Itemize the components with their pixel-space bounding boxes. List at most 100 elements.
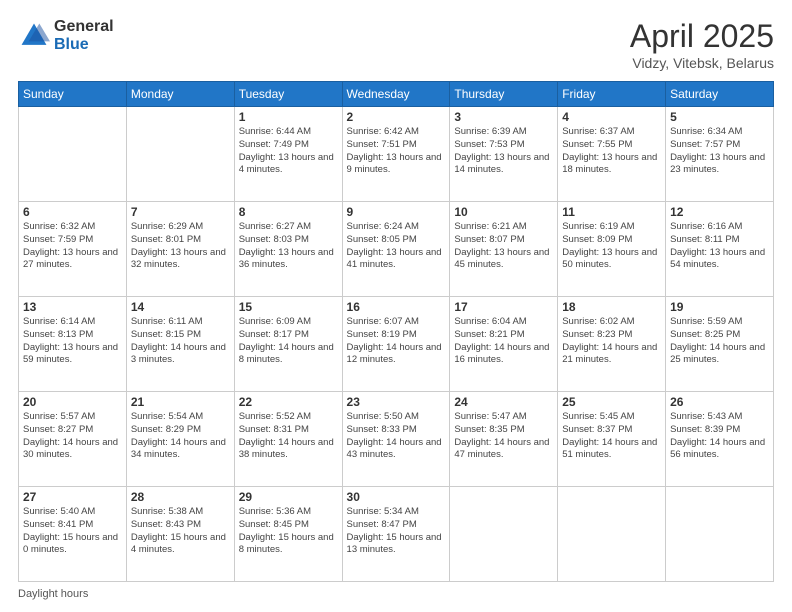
calendar-cell: 28Sunrise: 5:38 AM Sunset: 8:43 PM Dayli… <box>126 487 234 582</box>
day-info: Sunrise: 6:39 AM Sunset: 7:53 PM Dayligh… <box>454 126 553 177</box>
footer-note: Daylight hours <box>18 588 774 600</box>
day-number: 19 <box>670 300 769 314</box>
calendar-title: April 2025 <box>630 18 774 55</box>
calendar-cell: 21 Sunrise: 5:54 AM Sunset: 8:29 PM Dayli… <box>126 392 234 487</box>
day-info: Sunrise: 6:42 AM Sunset: 7:51 PM Dayligh… <box>347 126 446 177</box>
day-info: Sunrise: 6:11 AM Sunset: 8:15 PM Dayligh… <box>131 316 230 367</box>
header: General Blue April 2025 Vidzy, Vitebsk, … <box>18 18 774 71</box>
calendar-cell <box>666 487 774 582</box>
day-number: 11 <box>562 205 661 219</box>
day-info: Sunrise: 6:27 AM Sunset: 8:03 PM Dayligh… <box>239 221 338 272</box>
calendar-cell: 15 Sunrise: 6:09 AM Sunset: 8:17 PM Dayli… <box>234 297 342 392</box>
footer-text: Daylight hours <box>18 588 88 600</box>
day-number: 24 <box>454 395 553 409</box>
calendar-cell: 11 Sunrise: 6:19 AM Sunset: 8:09 PM Dayli… <box>558 202 666 297</box>
calendar-cell: 19 Sunrise: 5:59 AM Sunset: 8:25 PM Dayli… <box>666 297 774 392</box>
calendar-cell: 27Sunrise: 5:40 AM Sunset: 8:41 PM Dayli… <box>19 487 127 582</box>
day-number: 2 <box>347 110 446 124</box>
calendar-cell: 10 Sunrise: 6:21 AM Sunset: 8:07 PM Dayli… <box>450 202 558 297</box>
day-header-tuesday: Tuesday <box>234 82 342 107</box>
day-info: Sunrise: 6:24 AM Sunset: 8:05 PM Dayligh… <box>347 221 446 272</box>
calendar-cell: 22Sunrise: 5:52 AM Sunset: 8:31 PM Dayli… <box>234 392 342 487</box>
day-number: 26 <box>670 395 769 409</box>
day-number: 30 <box>347 490 446 504</box>
day-info: Sunrise: 5:36 AM Sunset: 8:45 PM Dayligh… <box>239 506 338 557</box>
day-number: 7 <box>131 205 230 219</box>
day-number: 28 <box>131 490 230 504</box>
calendar-cell: 14 Sunrise: 6:11 AM Sunset: 8:15 PM Dayli… <box>126 297 234 392</box>
calendar-week-row: 6Sunrise: 6:32 AM Sunset: 7:59 PM Daylig… <box>19 202 774 297</box>
calendar-cell: 29 Sunrise: 5:36 AM Sunset: 8:45 PM Dayli… <box>234 487 342 582</box>
day-number: 5 <box>670 110 769 124</box>
day-info: Sunrise: 6:37 AM Sunset: 7:55 PM Dayligh… <box>562 126 661 177</box>
logo-general: General <box>54 18 114 36</box>
calendar-cell: 30 Sunrise: 5:34 AM Sunset: 8:47 PM Dayli… <box>342 487 450 582</box>
day-number: 15 <box>239 300 338 314</box>
day-info: Sunrise: 6:16 AM Sunset: 8:11 PM Dayligh… <box>670 221 769 272</box>
day-number: 17 <box>454 300 553 314</box>
day-header-friday: Friday <box>558 82 666 107</box>
calendar-cell: 4 Sunrise: 6:37 AM Sunset: 7:55 PM Daylig… <box>558 107 666 202</box>
calendar-cell: 12 Sunrise: 6:16 AM Sunset: 8:11 PM Dayli… <box>666 202 774 297</box>
day-info: Sunrise: 6:34 AM Sunset: 7:57 PM Dayligh… <box>670 126 769 177</box>
day-info: Sunrise: 6:07 AM Sunset: 8:19 PM Dayligh… <box>347 316 446 367</box>
calendar-header-row: SundayMondayTuesdayWednesdayThursdayFrid… <box>19 82 774 107</box>
calendar-cell: 16Sunrise: 6:07 AM Sunset: 8:19 PM Dayli… <box>342 297 450 392</box>
day-info: Sunrise: 5:45 AM Sunset: 8:37 PM Dayligh… <box>562 411 661 462</box>
calendar-cell: 17Sunrise: 6:04 AM Sunset: 8:21 PM Dayli… <box>450 297 558 392</box>
day-info: Sunrise: 5:57 AM Sunset: 8:27 PM Dayligh… <box>23 411 122 462</box>
calendar-cell: 20 Sunrise: 5:57 AM Sunset: 8:27 PM Dayli… <box>19 392 127 487</box>
calendar-cell: 3Sunrise: 6:39 AM Sunset: 7:53 PM Daylig… <box>450 107 558 202</box>
calendar-table: SundayMondayTuesdayWednesdayThursdayFrid… <box>18 81 774 582</box>
calendar-cell: 8 Sunrise: 6:27 AM Sunset: 8:03 PM Daylig… <box>234 202 342 297</box>
day-header-monday: Monday <box>126 82 234 107</box>
calendar-cell: 23 Sunrise: 5:50 AM Sunset: 8:33 PM Dayli… <box>342 392 450 487</box>
day-number: 23 <box>347 395 446 409</box>
day-info: Sunrise: 5:34 AM Sunset: 8:47 PM Dayligh… <box>347 506 446 557</box>
calendar-cell: 9 Sunrise: 6:24 AM Sunset: 8:05 PM Daylig… <box>342 202 450 297</box>
day-number: 10 <box>454 205 553 219</box>
day-number: 18 <box>562 300 661 314</box>
logo-blue: Blue <box>54 36 114 54</box>
day-number: 20 <box>23 395 122 409</box>
day-info: Sunrise: 5:50 AM Sunset: 8:33 PM Dayligh… <box>347 411 446 462</box>
logo-icon <box>18 20 50 52</box>
day-number: 1 <box>239 110 338 124</box>
day-info: Sunrise: 5:47 AM Sunset: 8:35 PM Dayligh… <box>454 411 553 462</box>
day-info: Sunrise: 6:44 AM Sunset: 7:49 PM Dayligh… <box>239 126 338 177</box>
title-block: April 2025 Vidzy, Vitebsk, Belarus <box>630 18 774 71</box>
day-info: Sunrise: 5:54 AM Sunset: 8:29 PM Dayligh… <box>131 411 230 462</box>
day-info: Sunrise: 6:09 AM Sunset: 8:17 PM Dayligh… <box>239 316 338 367</box>
day-number: 12 <box>670 205 769 219</box>
day-info: Sunrise: 6:21 AM Sunset: 8:07 PM Dayligh… <box>454 221 553 272</box>
day-number: 8 <box>239 205 338 219</box>
day-number: 13 <box>23 300 122 314</box>
logo: General Blue <box>18 18 114 53</box>
calendar-cell: 7 Sunrise: 6:29 AM Sunset: 8:01 PM Daylig… <box>126 202 234 297</box>
calendar-week-row: 27Sunrise: 5:40 AM Sunset: 8:41 PM Dayli… <box>19 487 774 582</box>
calendar-cell: 1 Sunrise: 6:44 AM Sunset: 7:49 PM Daylig… <box>234 107 342 202</box>
day-info: Sunrise: 6:29 AM Sunset: 8:01 PM Dayligh… <box>131 221 230 272</box>
day-info: Sunrise: 6:14 AM Sunset: 8:13 PM Dayligh… <box>23 316 122 367</box>
day-header-thursday: Thursday <box>450 82 558 107</box>
day-info: Sunrise: 5:43 AM Sunset: 8:39 PM Dayligh… <box>670 411 769 462</box>
day-info: Sunrise: 6:19 AM Sunset: 8:09 PM Dayligh… <box>562 221 661 272</box>
day-number: 14 <box>131 300 230 314</box>
calendar-week-row: 13 Sunrise: 6:14 AM Sunset: 8:13 PM Dayli… <box>19 297 774 392</box>
day-info: Sunrise: 5:59 AM Sunset: 8:25 PM Dayligh… <box>670 316 769 367</box>
calendar-cell: 26 Sunrise: 5:43 AM Sunset: 8:39 PM Dayli… <box>666 392 774 487</box>
calendar-cell: 24 Sunrise: 5:47 AM Sunset: 8:35 PM Dayli… <box>450 392 558 487</box>
calendar-cell: 13 Sunrise: 6:14 AM Sunset: 8:13 PM Dayli… <box>19 297 127 392</box>
calendar-week-row: 20 Sunrise: 5:57 AM Sunset: 8:27 PM Dayli… <box>19 392 774 487</box>
day-number: 21 <box>131 395 230 409</box>
day-number: 9 <box>347 205 446 219</box>
day-info: Sunrise: 5:40 AM Sunset: 8:41 PM Dayligh… <box>23 506 122 557</box>
calendar-cell: 18Sunrise: 6:02 AM Sunset: 8:23 PM Dayli… <box>558 297 666 392</box>
day-number: 4 <box>562 110 661 124</box>
calendar-cell: 6Sunrise: 6:32 AM Sunset: 7:59 PM Daylig… <box>19 202 127 297</box>
calendar-cell <box>19 107 127 202</box>
day-info: Sunrise: 5:52 AM Sunset: 8:31 PM Dayligh… <box>239 411 338 462</box>
day-number: 29 <box>239 490 338 504</box>
calendar-cell <box>450 487 558 582</box>
day-number: 6 <box>23 205 122 219</box>
